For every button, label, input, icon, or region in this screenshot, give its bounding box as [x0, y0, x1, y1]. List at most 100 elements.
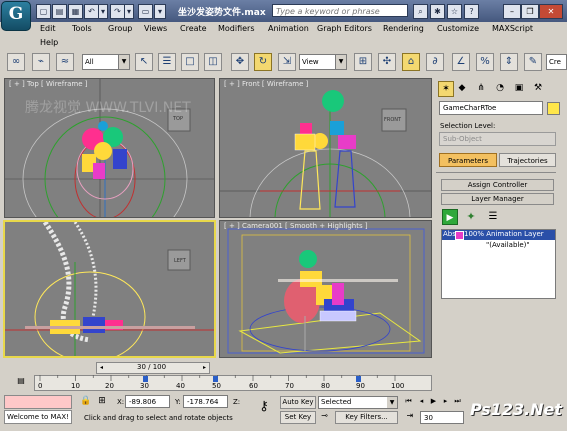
menu-views[interactable]: Views: [144, 24, 167, 33]
key-filters-button[interactable]: Key Filters...: [335, 411, 398, 424]
community-icon[interactable]: ✱: [430, 4, 445, 19]
layer-properties-icon[interactable]: ✦: [463, 209, 479, 225]
viewport-label[interactable]: [ + ] Front [ Wireframe ]: [224, 80, 308, 88]
keyframe-marker[interactable]: [213, 376, 218, 382]
layer-list-icon[interactable]: ☰: [485, 209, 501, 225]
viewport-camera[interactable]: [ + ] Camera001 [ Smooth + Highlights ]: [219, 220, 432, 358]
tab-parameters[interactable]: Parameters: [439, 153, 497, 167]
create-panel-icon[interactable]: ✶: [438, 81, 454, 97]
percent-snap-icon[interactable]: %: [476, 53, 494, 71]
go-to-end-icon[interactable]: ⏭: [452, 397, 463, 408]
viewcube-label[interactable]: LEFT: [174, 258, 186, 264]
close-button[interactable]: ✕: [539, 4, 563, 19]
y-coordinate-field[interactable]: -178.764: [183, 395, 228, 408]
viewport-label[interactable]: [ + ] Top [ Wireframe ]: [9, 80, 87, 88]
viewport-front[interactable]: [ + ] Front [ Wireframe ] FRONT: [219, 78, 432, 218]
viewport-top[interactable]: [ + ] Top [ Wireframe ] TOP 腾龙视觉 WWW.TLV…: [4, 78, 215, 218]
set-key-button[interactable]: Set Key: [280, 411, 316, 424]
favorites-icon[interactable]: ☆: [447, 4, 462, 19]
move-icon[interactable]: ✥: [231, 53, 249, 71]
menu-modifiers[interactable]: Modifiers: [218, 24, 255, 33]
new-file-icon[interactable]: ▢: [36, 4, 51, 19]
spinner-snap-icon[interactable]: ⇕: [500, 53, 518, 71]
named-selection-icon[interactable]: ✎: [524, 53, 542, 71]
select-by-name-icon[interactable]: ☰: [158, 53, 176, 71]
keyframe-marker[interactable]: [143, 376, 148, 382]
rotate-icon[interactable]: ↻: [254, 53, 272, 71]
viewcube-label[interactable]: FRONT: [384, 117, 401, 123]
hierarchy-panel-icon[interactable]: ⋔: [474, 81, 488, 95]
redo-dropdown-icon[interactable]: ▾: [124, 4, 134, 19]
menu-graph-editors[interactable]: Graph Editors: [317, 24, 372, 33]
search-input[interactable]: Type a keyword or phrase: [272, 4, 408, 17]
pivot-center-icon[interactable]: ⊞: [354, 53, 372, 71]
scale-icon[interactable]: ⇲: [278, 53, 296, 71]
play-layer-icon[interactable]: ▶: [442, 209, 458, 225]
sub-object-select[interactable]: Sub-Object: [439, 132, 556, 146]
key-mode-select[interactable]: Selected ▼: [318, 396, 398, 409]
time-slider[interactable]: ◂ 30 / 100 ▸: [96, 362, 210, 374]
absolute-mode-icon[interactable]: ⊞: [96, 396, 108, 408]
manipulate-icon[interactable]: ✣: [378, 53, 396, 71]
bind-space-warp-icon[interactable]: ≈: [56, 53, 74, 71]
object-color-swatch[interactable]: [547, 102, 560, 115]
menu-create[interactable]: Create: [180, 24, 207, 33]
unlink-icon[interactable]: ⌁: [32, 53, 50, 71]
minimize-button[interactable]: –: [503, 4, 521, 19]
mini-curve-editor-icon[interactable]: ▤: [10, 376, 32, 390]
maxscript-output[interactable]: Welcome to MAX!: [4, 410, 72, 424]
save-icon[interactable]: ▦: [68, 4, 83, 19]
key-mode-toggle-icon[interactable]: ⇥: [405, 411, 415, 424]
menu-maxscript[interactable]: MAXScript: [492, 24, 533, 33]
maxscript-mini-listener[interactable]: [4, 395, 72, 409]
menu-help[interactable]: Help: [40, 38, 58, 47]
open-file-icon[interactable]: ▤: [52, 4, 67, 19]
tab-trajectories[interactable]: Trajectories: [499, 153, 556, 167]
go-to-start-icon[interactable]: ⏮: [403, 397, 414, 408]
redo-icon[interactable]: ↷: [110, 4, 125, 19]
help-icon[interactable]: ?: [464, 4, 479, 19]
viewport-left[interactable]: LEFT: [3, 220, 216, 358]
snaps-toggle-icon[interactable]: ∂: [426, 53, 444, 71]
motion-panel-icon[interactable]: ◔: [493, 81, 507, 95]
restore-button[interactable]: ❐: [521, 4, 539, 19]
set-key-icon[interactable]: ⚷: [253, 399, 275, 417]
current-frame-field[interactable]: 30: [420, 411, 464, 424]
menu-group[interactable]: Group: [108, 24, 132, 33]
project-folder-icon[interactable]: ▭: [138, 4, 153, 19]
previous-key-icon[interactable]: ◂: [416, 397, 427, 408]
viewport-label[interactable]: [ + ] Camera001 [ Smooth + Highlights ]: [224, 222, 368, 230]
search-icon[interactable]: ⌕: [413, 4, 428, 19]
menu-rendering[interactable]: Rendering: [383, 24, 424, 33]
auto-key-button[interactable]: Auto Key: [280, 396, 316, 409]
select-object-icon[interactable]: ↖: [135, 53, 153, 71]
quick-access-dropdown-icon[interactable]: ▾: [154, 4, 166, 19]
undo-icon[interactable]: ↶: [84, 4, 99, 19]
angle-snap-icon[interactable]: ∠: [452, 53, 470, 71]
next-key-icon[interactable]: ▸: [440, 397, 451, 408]
utilities-panel-icon[interactable]: ⚒: [531, 81, 545, 95]
display-panel-icon[interactable]: ▣: [512, 81, 526, 95]
play-icon[interactable]: ▶: [428, 397, 439, 408]
keyframe-marker[interactable]: [356, 376, 361, 382]
window-crossing-icon[interactable]: ◫: [204, 53, 222, 71]
named-selection-sets-select[interactable]: Cre: [546, 54, 567, 70]
selection-filter-select[interactable]: All ▼: [82, 54, 130, 70]
modify-panel-icon[interactable]: ◆: [455, 81, 469, 95]
menu-edit[interactable]: Edit: [40, 24, 56, 33]
menu-tools[interactable]: Tools: [72, 24, 92, 33]
lock-selection-icon[interactable]: 🔒: [80, 396, 92, 408]
menu-customize[interactable]: Customize: [437, 24, 479, 33]
object-name-field[interactable]: GameCharRToe: [439, 101, 543, 115]
keyboard-shortcut-override-icon[interactable]: ⌂: [402, 53, 420, 71]
key-icon[interactable]: ⊸: [318, 411, 331, 424]
undo-dropdown-icon[interactable]: ▾: [98, 4, 108, 19]
x-coordinate-field[interactable]: -89.806: [125, 395, 170, 408]
menu-animation[interactable]: Animation: [268, 24, 309, 33]
app-logo-button[interactable]: G: [1, 1, 31, 31]
rollout-layer-manager[interactable]: Layer Manager: [441, 193, 554, 205]
next-frame-icon[interactable]: ▸: [200, 363, 209, 373]
reference-coordinate-select[interactable]: View ▼: [299, 54, 347, 70]
rollout-assign-controller[interactable]: Assign Controller: [441, 179, 554, 191]
prev-frame-icon[interactable]: ◂: [97, 363, 106, 373]
